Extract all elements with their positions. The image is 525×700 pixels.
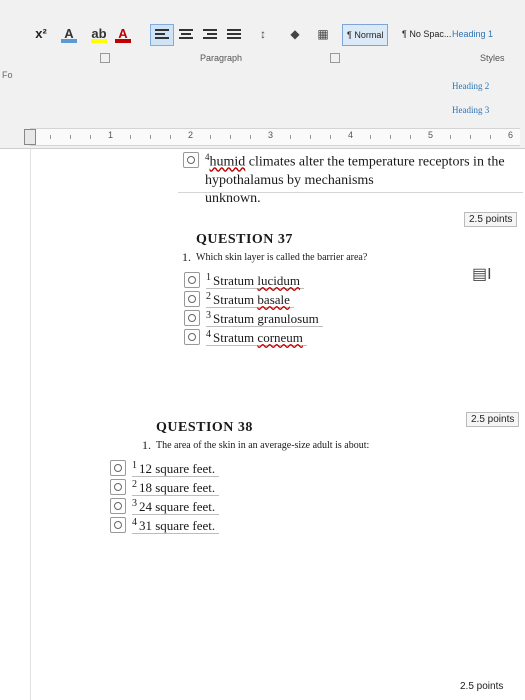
indent-marker[interactable] <box>24 129 36 145</box>
choice-text-emph: corneum <box>257 330 303 346</box>
answer-radio[interactable] <box>110 517 126 534</box>
answer-choice[interactable]: 3 Stratum granulosum <box>184 306 323 328</box>
page-margin-line <box>30 149 31 700</box>
answer-radio[interactable] <box>183 152 199 168</box>
ruler-number: 6 <box>508 130 514 140</box>
answer-choice[interactable]: 1 12 square feet. <box>110 456 220 478</box>
answer-choice[interactable]: 2 18 square feet. <box>110 475 220 497</box>
borders-icon[interactable]: ▦ <box>312 24 334 44</box>
choice-number: 3 <box>206 310 211 321</box>
choice-text: Stratum <box>213 330 258 346</box>
style-heading-2[interactable]: Heading 2 <box>448 76 493 96</box>
paragraph-dialog-launcher[interactable] <box>330 53 340 63</box>
points-label: 2.5 points <box>460 681 504 692</box>
points-badge: 2.5 points <box>466 412 520 427</box>
answer-radio[interactable] <box>184 329 200 346</box>
answer-choices: 1 12 square feet. 2 18 square feet. 3 24 sq… <box>110 456 220 535</box>
answer-choice[interactable]: 4 31 square feet. <box>110 513 220 535</box>
paragraph-group-label: Paragraph <box>200 53 243 63</box>
style-normal[interactable]: ¶ Normal <box>342 24 389 46</box>
choice-number: 2 <box>132 479 137 490</box>
answer-radio[interactable] <box>110 498 126 515</box>
horizontal-ruler[interactable]: 1 2 3 4 5 6 <box>24 128 520 146</box>
superscript-button[interactable]: x² <box>30 24 52 44</box>
align-left-button[interactable] <box>150 24 174 46</box>
choice-number: 4 <box>206 329 211 340</box>
question-number: 1. <box>142 438 151 452</box>
font-group-label: Fo <box>2 70 13 80</box>
style-heading-1[interactable]: Heading 1 <box>448 24 497 44</box>
question-title: QUESTION 38 <box>156 420 253 435</box>
font-color-bar <box>115 39 131 43</box>
font-color-button[interactable]: A <box>112 24 134 44</box>
line-spacing-icon[interactable]: ↕ <box>252 24 274 44</box>
question-prompt: Which skin layer is called the barrier a… <box>196 252 368 263</box>
ruler-number: 5 <box>428 130 434 140</box>
highlight-button[interactable]: ab <box>88 24 110 44</box>
styles-group-label: Styles <box>480 53 505 63</box>
answer-choice[interactable]: 1 Stratum lucidum <box>184 268 323 290</box>
ribbon: x² A ab A ↕ ◆ ▦ ¶ Normal ¶ No Spac... He… <box>0 0 525 149</box>
style-heading-3[interactable]: Heading 3 <box>448 100 493 120</box>
text-effects-button[interactable]: A <box>58 24 80 44</box>
highlight-color-bar <box>91 39 107 43</box>
choice-number: 2 <box>206 291 211 302</box>
align-center-button[interactable] <box>174 24 198 46</box>
question-prompt: The area of the skin in an average-size … <box>156 440 370 451</box>
ruler-number: 3 <box>268 130 274 140</box>
answer-radio[interactable] <box>110 479 126 496</box>
shading-icon[interactable]: ◆ <box>284 24 306 44</box>
justify-button[interactable] <box>222 24 246 46</box>
ruler-number: 2 <box>188 130 194 140</box>
answer-choices: 1 Stratum lucidum 2 Stratum basale 3 Stratu… <box>184 268 323 347</box>
question-number: 1. <box>182 250 191 264</box>
divider <box>178 192 523 193</box>
previous-choice-text: 4humid climates alter the temperature re… <box>205 148 515 208</box>
font-dialog-launcher[interactable] <box>100 53 110 63</box>
ruler-number: 1 <box>108 130 114 140</box>
text-cursor-icon: ▤I <box>472 266 492 283</box>
misspelled-word: humid <box>209 154 246 170</box>
answer-choice[interactable]: 4 Stratum corneum <box>184 325 323 347</box>
style-no-spacing[interactable]: ¶ No Spac... <box>398 24 455 44</box>
choice-number: 3 <box>132 498 137 509</box>
question-title: QUESTION 37 <box>196 232 293 247</box>
choice-number: 1 <box>206 272 211 283</box>
ribbon-group-labels: Paragraph Styles <box>0 50 525 68</box>
points-badge: 2.5 points <box>464 212 518 227</box>
text-effects-bar <box>61 39 77 43</box>
choice-text-rest: climates alter the temperature receptors… <box>205 154 505 188</box>
ruler-number: 4 <box>348 130 354 140</box>
answer-radio[interactable] <box>184 272 200 289</box>
answer-radio[interactable] <box>184 310 200 327</box>
font-toolbar: x² A ab A ↕ ◆ ▦ ¶ Normal ¶ No Spac... He… <box>0 22 525 48</box>
answer-choice[interactable]: 2 Stratum basale <box>184 287 323 309</box>
answer-radio[interactable] <box>110 460 126 477</box>
choice-number: 1 <box>132 460 137 471</box>
align-right-button[interactable] <box>198 24 222 46</box>
choice-number: 4 <box>132 517 137 528</box>
answer-radio[interactable] <box>184 291 200 308</box>
choice-text: 31 square feet. <box>139 518 216 534</box>
answer-choice[interactable]: 3 24 square feet. <box>110 494 220 516</box>
